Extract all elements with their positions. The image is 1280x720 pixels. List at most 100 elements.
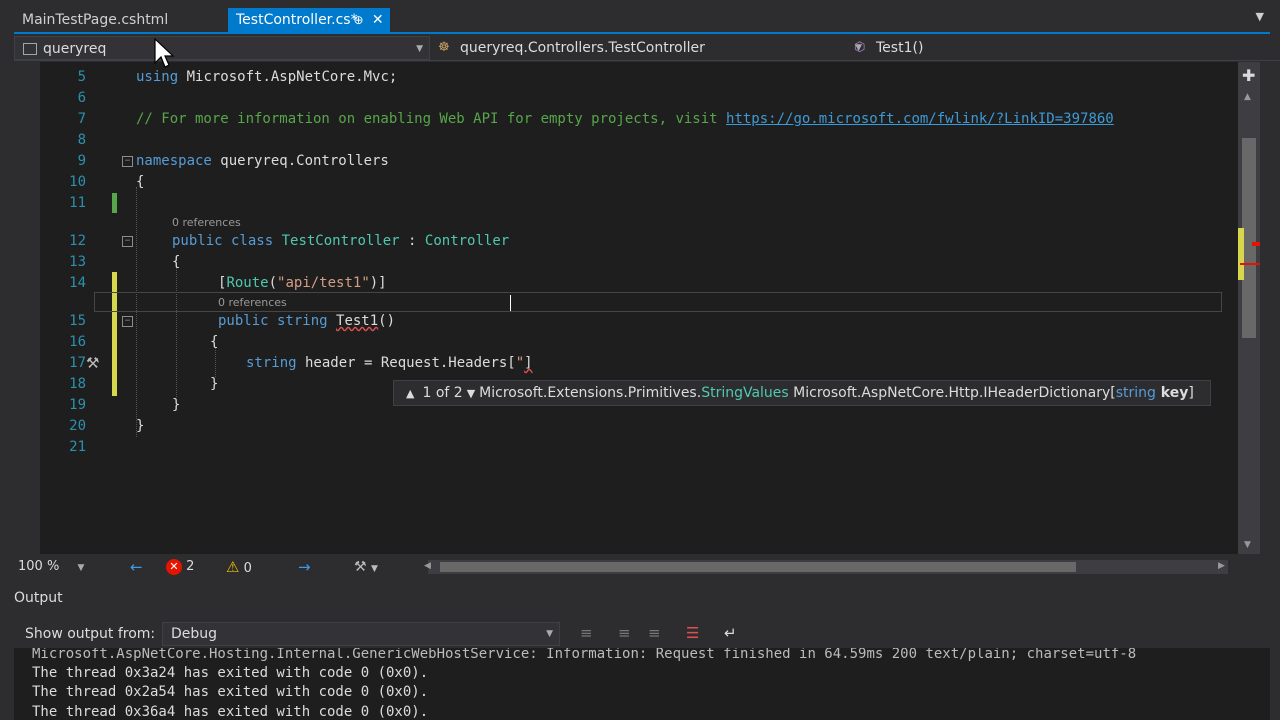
code-token: class [222,233,282,249]
output-line: The thread 0x3a24 has exited with code 0… [32,665,429,681]
code-token: queryreq.Controllers [211,153,389,169]
tab-testcontroller[interactable]: TestController.cs* ⊕ ✕ [228,8,390,32]
previous-message-icon[interactable]: ≡ [618,624,631,642]
code-token: )] [369,275,387,291]
current-line-highlight [94,292,1222,312]
code-token: namespace [136,153,212,169]
code-line-14: [Route("api/test1")] [218,273,387,293]
code-line-9: namespace queryreq.Controllers [136,151,389,171]
collapse-icon[interactable]: − [122,316,133,327]
code-token: } [210,376,219,392]
down-arrow-icon[interactable]: ▼ [467,387,479,400]
warning-count[interactable]: ⚠ 0 [226,556,252,580]
code-token: "api/test1" [277,275,370,291]
show-output-label: Show output from: [25,626,156,642]
scroll-right-icon[interactable]: ▶ [1218,561,1225,571]
class-dropdown[interactable]: ☸ queryreq.Controllers.TestController ▼ [438,36,868,60]
code-line-19: } [172,395,180,415]
code-token: { [210,334,219,350]
code-token: ] [524,355,533,371]
output-source-value: Debug [171,626,218,642]
output-panel-title: Output [14,590,63,606]
close-icon[interactable]: ✕ [372,8,384,32]
line-number: 6 [77,90,86,106]
left-tool-strip [0,0,40,720]
line-number: 13 [69,254,86,270]
scroll-up-icon[interactable]: ▲ [1244,92,1251,102]
warning-icon: ⚠ [226,558,240,576]
code-line-18: } [210,374,218,394]
chevron-down-icon: ▼ [371,564,378,574]
tooltip-param-type: string [1115,385,1156,401]
output-source-select[interactable]: Debug ▼ [162,622,560,646]
tab-maintestpage[interactable]: MainTestPage.cshtml [14,8,176,32]
line-number: 7 [77,111,86,127]
indent-guide [176,267,177,397]
line-number: 21 [69,439,86,455]
zoom-level: 100 % [18,559,60,574]
tab-overflow-icon[interactable]: ▼ [1256,10,1264,23]
code-line-15: public string Test1() [218,311,395,331]
text-cursor [510,295,511,311]
error-count[interactable]: ✕ 2 [166,556,194,578]
navigation-bar: queryreq ▼ ☸ queryreq.Controllers.TestCo… [14,36,1280,61]
code-token: { [136,174,145,190]
code-line-7: // For more information on enabling Web … [136,109,1114,129]
member-dropdown[interactable]: ⬡ Test1() ▼ [854,36,1280,60]
up-arrow-icon[interactable]: ▲ [394,387,418,400]
code-token: public [218,313,269,329]
chevron-down-icon: ▼ [546,629,553,639]
collapse-icon[interactable]: − [122,236,133,247]
mouse-cursor-icon [154,38,175,68]
quick-actions-icon[interactable]: ⚒ [86,354,99,372]
code-token: string [246,355,297,371]
code-token: Test1 [336,313,379,329]
horizontal-scrollbar-thumb[interactable] [440,562,1076,572]
comment-text: // For more information on enabling Web … [136,111,727,127]
tooltip-text: Microsoft.Extensions.Primitives. [479,385,702,401]
clear-all-icon[interactable]: ☰ [686,624,699,642]
split-window-icon[interactable]: ✚ [1242,66,1255,85]
scrollbar-error-marker [1240,263,1260,265]
code-line-13: { [172,252,180,272]
collapse-icon[interactable]: − [122,156,133,167]
scrollbar-error-marker [1252,242,1260,246]
navigate-forward-icon[interactable]: → [298,556,311,578]
code-token: ( [268,275,278,291]
line-number: 18 [69,376,86,392]
vertical-scrollbar-thumb[interactable] [1242,138,1256,338]
pin-icon[interactable]: ⊕ [354,8,364,32]
code-token: } [136,418,145,434]
output-line: The thread 0x2a54 has exited with code 0… [32,684,429,700]
code-token: public [172,233,223,249]
output-text-area[interactable]: Microsoft.AspNetCore.Hosting.Internal.Ge… [14,648,1270,720]
scroll-down-icon[interactable]: ▼ [1244,540,1251,550]
document-tab-bar: MainTestPage.cshtml TestController.cs* ⊕… [0,0,1280,36]
active-tab-underline [14,32,1270,34]
line-number: 5 [77,69,86,85]
line-number: 20 [69,418,86,434]
error-count-value: 2 [186,559,195,574]
comment-link[interactable]: https://go.microsoft.com/fwlink/?LinkID=… [726,111,1114,127]
next-message-icon[interactable]: ≡ [648,624,661,642]
zoom-dropdown[interactable]: 100 % ▼ [18,556,84,579]
line-number: 14 [69,275,86,291]
code-token: Route [226,275,269,291]
find-message-icon[interactable]: ≡ [580,624,593,642]
code-token: } [172,397,181,413]
code-line-12: public class TestController : Controller [172,231,509,251]
member-dropdown-label: Test1() [876,40,924,56]
class-dropdown-label: queryreq.Controllers.TestController [460,40,705,56]
code-line-17: string header = Request.Headers["] [246,353,533,373]
code-token: header = Request.Headers[ [296,355,516,371]
saved-change-marker [112,193,117,213]
toggle-word-wrap-icon[interactable]: ↵ [724,624,737,642]
scrollbar-change-marker [1238,228,1244,280]
code-token: { [172,254,181,270]
chevron-down-icon: ▼ [77,563,85,573]
navigate-back-icon[interactable]: ← [130,556,143,578]
code-cleanup-icon[interactable]: ⚒ ▼ [354,556,378,580]
scroll-left-icon[interactable]: ◀ [424,561,431,571]
project-dropdown[interactable]: queryreq ▼ [14,36,430,60]
codelens-references[interactable]: 0 references [172,216,241,230]
